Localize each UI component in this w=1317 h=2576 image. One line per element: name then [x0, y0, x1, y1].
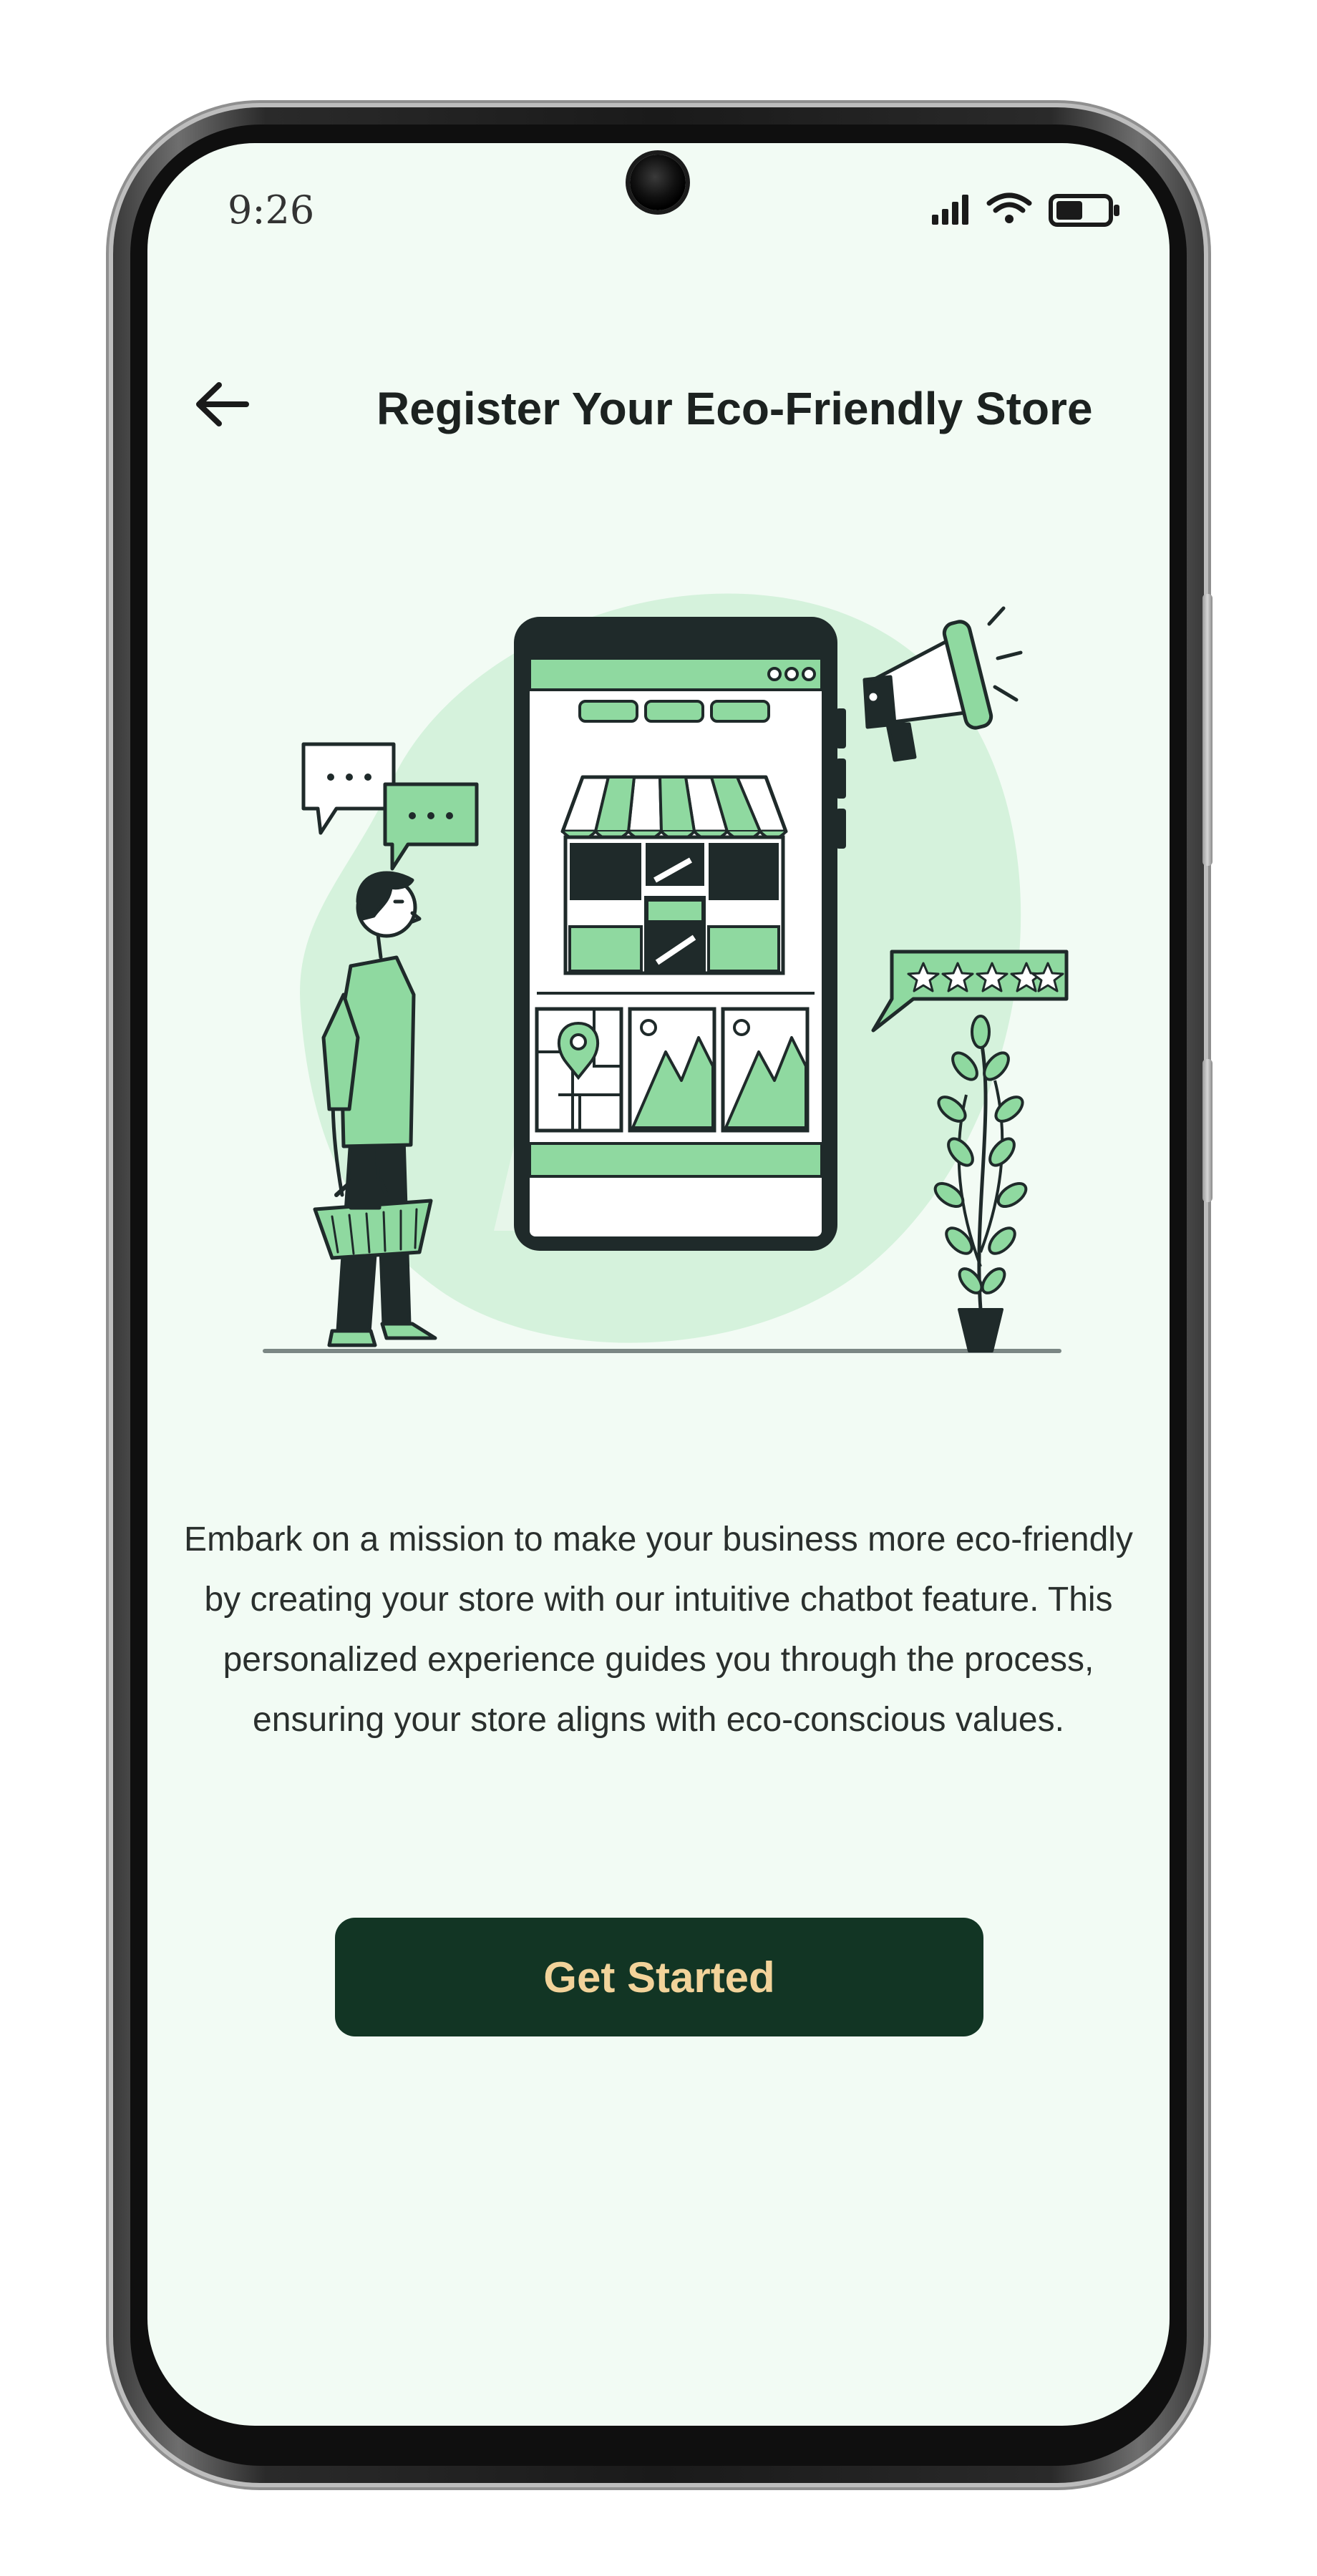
- phone-illustration: [514, 617, 846, 1251]
- volume-button: [1202, 594, 1212, 866]
- app-header: Register Your Eco-Friendly Store: [147, 358, 1170, 451]
- signal-icon: [932, 195, 968, 225]
- intro-description: Embark on a mission to make your busines…: [184, 1521, 1133, 1739]
- get-started-button[interactable]: Get Started: [335, 1918, 983, 2036]
- device-mockup: 9:26 Register Your Eco-Friendly Store Em…: [0, 0, 1317, 2576]
- store-registration-illustration: [263, 593, 1069, 1353]
- battery-icon: [1049, 194, 1119, 227]
- front-camera: [630, 155, 686, 210]
- power-button: [1202, 1059, 1212, 1202]
- status-icons: [932, 192, 1119, 227]
- page-title: Register Your Eco-Friendly Store: [376, 383, 1093, 434]
- wifi-icon: [986, 192, 1032, 223]
- arrow-left-icon[interactable]: [190, 372, 255, 436]
- status-time: 9:26: [228, 187, 315, 233]
